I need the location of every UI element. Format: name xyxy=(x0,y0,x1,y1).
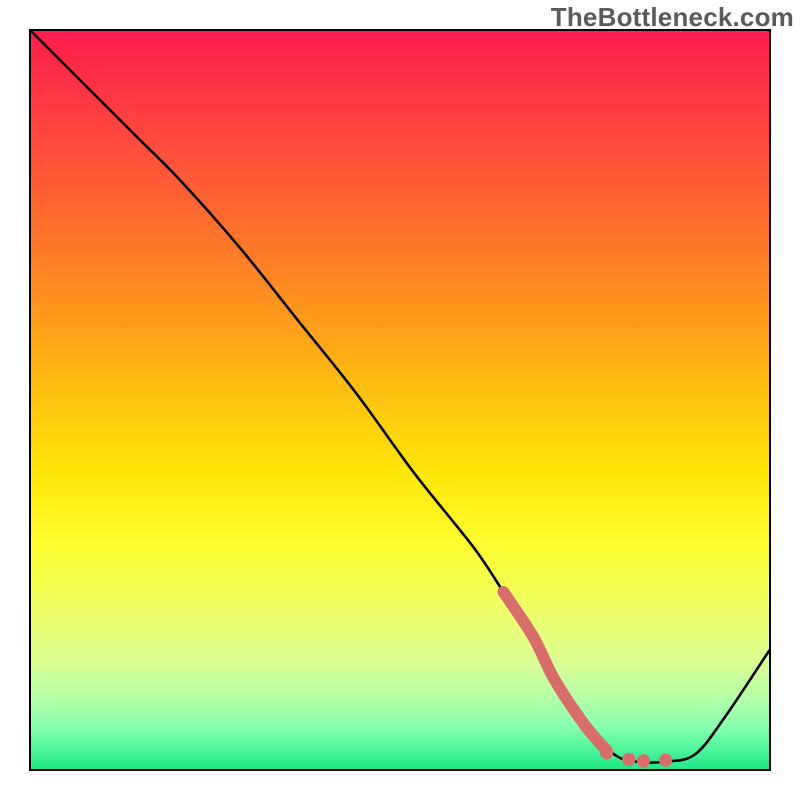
plot-frame xyxy=(29,29,771,771)
highlight-dot xyxy=(659,754,672,767)
dots-layer xyxy=(31,31,769,769)
highlight-dot xyxy=(637,754,650,767)
highlight-dot xyxy=(622,753,635,766)
chart-stage: TheBottleneck.com xyxy=(0,0,800,800)
highlight-dot xyxy=(600,746,613,759)
